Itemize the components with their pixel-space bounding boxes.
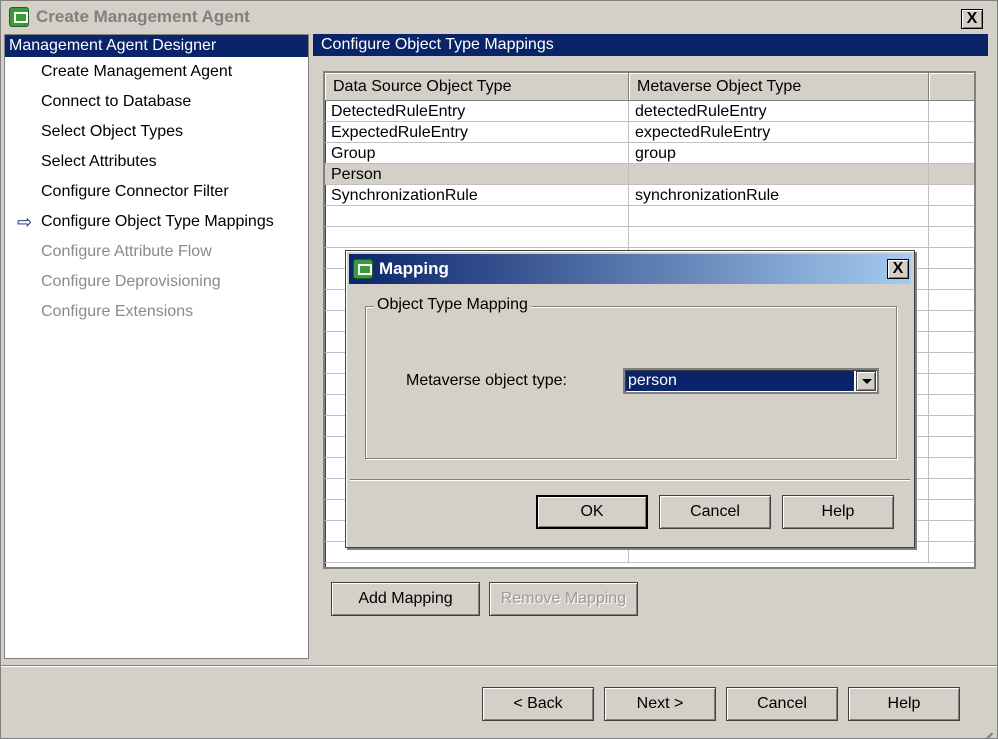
filler-cell [929, 143, 974, 164]
step-configure-extensions: Configure Extensions [5, 297, 308, 327]
step-label: Configure Deprovisioning [41, 273, 221, 290]
help-button[interactable]: Help [848, 687, 960, 721]
step-label: Create Management Agent [41, 63, 233, 80]
designer-steps-panel: Management Agent Designer Create Managem… [4, 34, 309, 659]
step-configure-connector-filter[interactable]: Configure Connector Filter [5, 177, 308, 207]
object-type-mapping-group-label: Object Type Mapping [374, 296, 531, 314]
data-source-object-type-cell: SynchronizationRule [325, 185, 629, 206]
filler-cell [929, 164, 974, 185]
dialog-help-button[interactable]: Help [782, 495, 894, 529]
filler-cell [929, 122, 974, 143]
filler-cell [929, 332, 974, 353]
window-titlebar[interactable]: Create Management Agent X [1, 1, 997, 33]
next-button[interactable]: Next > [604, 687, 716, 721]
data-source-object-type-cell: Group [325, 143, 629, 164]
filler-cell [929, 101, 974, 122]
filler-cell [929, 521, 974, 542]
filler-cell [929, 290, 974, 311]
step-label: Configure Object Type Mappings [41, 213, 274, 230]
filler-cell [929, 395, 974, 416]
step-label: Configure Attribute Flow [41, 243, 212, 260]
filler-cell [929, 206, 974, 227]
step-create-management-agent[interactable]: Create Management Agent [5, 57, 308, 87]
dialog-cancel-button[interactable]: Cancel [659, 495, 771, 529]
grid-header: Data Source Object Type Metaverse Object… [325, 73, 974, 101]
step-select-attributes[interactable]: Select Attributes [5, 147, 308, 177]
metaverse-object-type-select[interactable]: person [623, 368, 879, 394]
dialog-app-icon [353, 259, 373, 279]
metaverse-object-type-cell: group [629, 143, 929, 164]
filler-cell [929, 227, 974, 248]
empty-table-row [325, 227, 974, 248]
metaverse-object-type-cell [629, 206, 929, 227]
step-label: Select Object Types [41, 123, 183, 140]
remove-mapping-button[interactable]: Remove Mapping [489, 582, 638, 616]
step-configure-attribute-flow: Configure Attribute Flow [5, 237, 308, 267]
metaverse-object-type-cell: detectedRuleEntry [629, 101, 929, 122]
designer-steps-list: Create Management Agent Connect to Databa… [5, 57, 308, 327]
dialog-divider [350, 479, 910, 481]
empty-table-row [325, 206, 974, 227]
filler-cell [929, 500, 974, 521]
metaverse-object-type-cell [629, 227, 929, 248]
mapping-dialog-title: Mapping [379, 259, 449, 278]
metaverse-object-type-value: person [626, 371, 854, 391]
filler-cell [929, 458, 974, 479]
step-label: Connect to Database [41, 93, 192, 110]
back-button[interactable]: < Back [482, 687, 594, 721]
step-label: Configure Connector Filter [41, 183, 229, 200]
column-header-filler [929, 73, 974, 101]
filler-cell [929, 353, 974, 374]
designer-steps-header: Management Agent Designer [5, 35, 308, 57]
filler-cell [929, 374, 974, 395]
data-source-object-type-cell: ExpectedRuleEntry [325, 122, 629, 143]
step-label: Configure Extensions [41, 303, 194, 320]
filler-cell [929, 416, 974, 437]
data-source-object-type-cell [325, 227, 629, 248]
step-configure-deprovisioning: Configure Deprovisioning [5, 267, 308, 297]
column-header-data-source-object-type[interactable]: Data Source Object Type [325, 73, 629, 101]
filler-cell [929, 311, 974, 332]
step-configure-object-type-mappings[interactable]: ⇨ Configure Object Type Mappings [5, 207, 308, 237]
add-mapping-button[interactable]: Add Mapping [331, 582, 480, 616]
chevron-down-icon[interactable] [856, 371, 876, 391]
filler-cell [929, 437, 974, 458]
data-source-object-type-cell: Person [325, 164, 629, 185]
ok-button[interactable]: OK [536, 495, 648, 529]
filler-cell [929, 542, 974, 563]
filler-cell [929, 248, 974, 269]
app-icon [9, 7, 29, 27]
step-select-object-types[interactable]: Select Object Types [5, 117, 308, 147]
window-close-button[interactable]: X [961, 9, 983, 29]
filler-cell [929, 269, 974, 290]
data-source-object-type-cell: DetectedRuleEntry [325, 101, 629, 122]
table-row[interactable]: Group group [325, 143, 974, 164]
window-title: Create Management Agent [36, 7, 250, 26]
step-connect-to-database[interactable]: Connect to Database [5, 87, 308, 117]
filler-cell [929, 185, 974, 206]
object-type-mapping-group: Object Type Mapping Metaverse object typ… [365, 296, 897, 459]
table-row[interactable]: SynchronizationRule synchronizationRule [325, 185, 974, 206]
resize-grip-icon[interactable] [977, 718, 993, 739]
metaverse-object-type-cell: expectedRuleEntry [629, 122, 929, 143]
mapping-dialog-titlebar[interactable]: Mapping X [349, 254, 911, 284]
mapping-dialog-close-button[interactable]: X [887, 259, 909, 279]
metaverse-object-type-cell: synchronizationRule [629, 185, 929, 206]
table-row[interactable]: DetectedRuleEntry detectedRuleEntry [325, 101, 974, 122]
step-label: Select Attributes [41, 153, 157, 170]
column-header-metaverse-object-type[interactable]: Metaverse Object Type [629, 73, 929, 101]
cancel-button[interactable]: Cancel [726, 687, 838, 721]
metaverse-object-type-label: Metaverse object type: [406, 372, 567, 389]
footer-divider [1, 665, 997, 667]
current-step-arrow-icon: ⇨ [17, 212, 33, 232]
metaverse-object-type-cell [629, 164, 929, 185]
mapping-dialog: Mapping X Object Type Mapping Metaverse … [345, 250, 915, 548]
page-title: Configure Object Type Mappings [313, 34, 988, 56]
create-management-agent-window: Create Management Agent X Management Age… [0, 0, 998, 739]
data-source-object-type-cell [325, 206, 629, 227]
filler-cell [929, 479, 974, 500]
table-row[interactable]: ExpectedRuleEntry expectedRuleEntry [325, 122, 974, 143]
table-row[interactable]: Person [325, 164, 974, 185]
